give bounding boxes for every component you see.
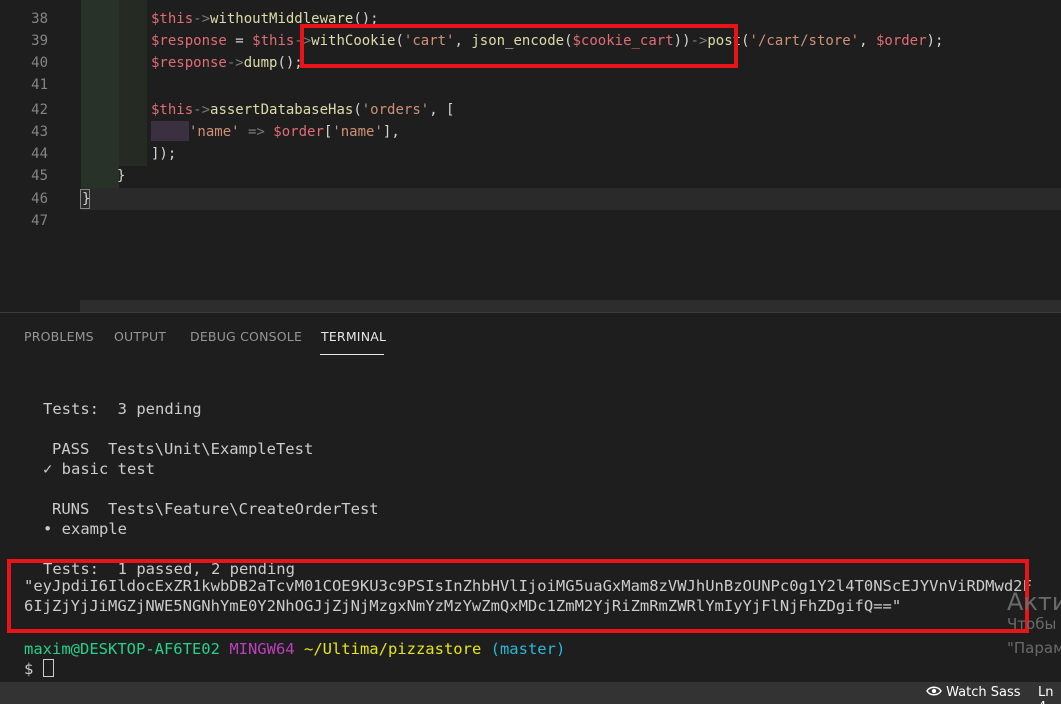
prompt-branch: (master)	[490, 640, 566, 658]
activation-watermark: Чтобы	[1007, 615, 1057, 633]
highlight-box-withcookie	[300, 24, 738, 68]
terminal-line: PASS Tests\Unit\ExampleTest	[52, 440, 314, 458]
indent-marker	[151, 121, 189, 141]
terminal-line: Tests: 3 pending	[43, 400, 202, 418]
prompt-shell: MINGW64	[229, 640, 295, 658]
code-line-42[interactable]: $this->assertDatabaseHas('orders', [	[151, 99, 454, 121]
active-tab-indicator	[320, 354, 384, 355]
line-number: 44	[31, 146, 48, 162]
code-line-40[interactable]: $response->dump();	[151, 52, 303, 74]
highlight-box-cookie-dump	[7, 559, 1029, 633]
code-line-43[interactable]: 'name' => $order['name'],	[189, 121, 400, 143]
line-number: 38	[31, 11, 48, 27]
line-number: 41	[31, 77, 48, 93]
tab-output[interactable]: OUTPUT	[114, 329, 166, 344]
activation-watermark: "Парам	[1007, 639, 1061, 657]
bottom-panel: PROBLEMS OUTPUT DEBUG CONSOLE TERMINAL T…	[0, 312, 1061, 682]
line-number: 47	[31, 213, 48, 229]
terminal-line: ✓ basic test	[43, 460, 155, 478]
code-line-45[interactable]: }	[117, 165, 125, 187]
terminal-prompt: maxim@DESKTOP-AF6TE02 MINGW64 ~/Ultima/p…	[24, 639, 565, 659]
tab-terminal[interactable]: TERMINAL	[321, 329, 386, 344]
line-number: 39	[31, 33, 48, 49]
tab-debug-console[interactable]: DEBUG CONSOLE	[190, 329, 302, 344]
code-line-44[interactable]: ]);	[151, 143, 176, 165]
horizontal-scrollbar[interactable]	[80, 300, 1061, 312]
status-bar: Watch Sass Ln 4	[0, 682, 1061, 704]
line-number: 43	[31, 124, 48, 140]
watch-sass-label: Watch Sass	[946, 685, 1021, 700]
line-number: 40	[31, 55, 48, 71]
activation-watermark: Акти	[1007, 588, 1061, 616]
terminal-cursor	[42, 659, 54, 677]
prompt-path: ~/Ultima/pizzastore	[303, 640, 482, 658]
current-line-highlight	[81, 188, 1061, 210]
indent-guide-highlight	[81, 0, 119, 188]
line-number: 45	[31, 168, 48, 184]
line-number: 46	[31, 191, 48, 207]
terminal-line: RUNS Tests\Feature\CreateOrderTest	[52, 500, 379, 518]
code-line-46[interactable]: }	[82, 188, 90, 210]
panel-tabs: PROBLEMS OUTPUT DEBUG CONSOLE TERMINAL	[0, 313, 1061, 359]
indent-guide-highlight-inner	[119, 0, 147, 166]
code-editor[interactable]: 38 39 40 41 42 43 44 45 46 47 $this->wit…	[0, 0, 1061, 312]
tab-problems[interactable]: PROBLEMS	[24, 329, 94, 344]
prompt-user: maxim@DESKTOP-AF6TE02	[24, 640, 220, 658]
line-col-indicator[interactable]: Ln 4	[1038, 685, 1061, 704]
line-number: 42	[31, 102, 48, 118]
eye-icon	[926, 686, 942, 696]
terminal-line: • example	[43, 520, 127, 538]
prompt-dollar: $	[24, 660, 43, 678]
terminal-input-line[interactable]: $	[24, 659, 54, 679]
watch-sass-button[interactable]: Watch Sass	[926, 685, 1021, 700]
